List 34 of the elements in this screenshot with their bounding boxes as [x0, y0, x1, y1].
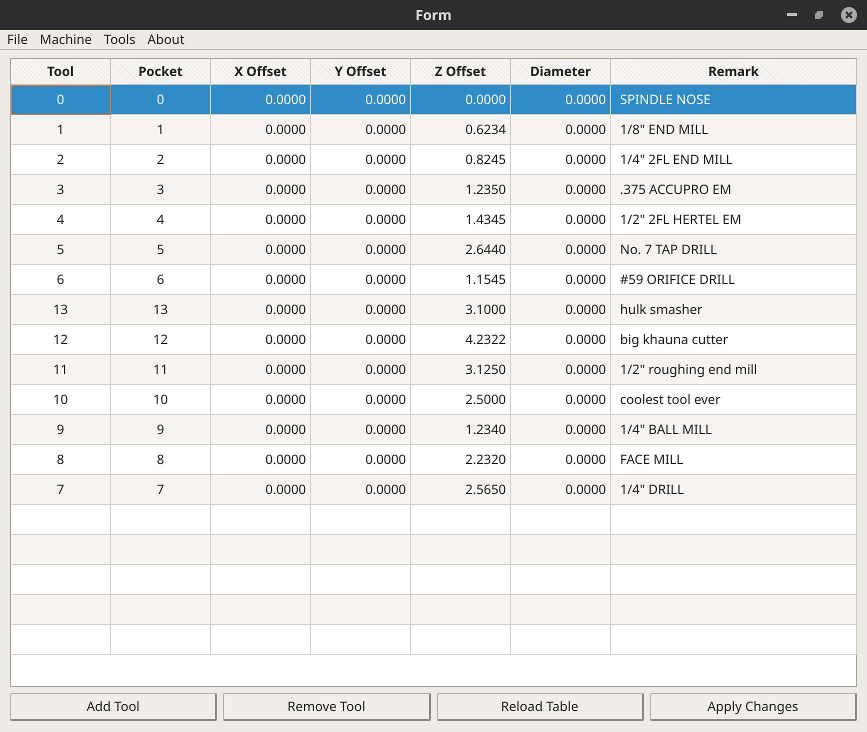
table-row[interactable]: 7 7 0.0000 0.0000 2.5650 0.0000 1/4" DRILL — [11, 475, 856, 505]
window-title: Form — [415, 4, 452, 26]
column-header[interactable]: X Offset — [211, 59, 311, 84]
menu-item[interactable]: Machine — [40, 30, 92, 50]
table-row[interactable]: 1 1 0.0000 0.0000 0.6234 0.0000 1/8" END MILL — [11, 115, 856, 145]
minimize-icon[interactable] — [787, 13, 797, 17]
menu-item[interactable]: Tools — [104, 30, 136, 50]
table-row[interactable]: 9 9 0.0000 0.0000 1.2340 0.0000 1/4" BALL MILL — [11, 415, 856, 445]
action-button[interactable]: Add Tool — [10, 693, 218, 721]
menu-item[interactable]: File — [7, 30, 28, 50]
menu-item[interactable]: About — [148, 30, 184, 50]
action-button[interactable]: Reload Table — [436, 693, 644, 721]
table-row[interactable]: 13 13 0.0000 0.0000 3.1000 0.0000 hulk smasher — [11, 295, 856, 325]
table-row[interactable]: 10 10 0.0000 0.0000 2.5000 0.0000 coolest tool ever — [11, 385, 856, 415]
column-header[interactable]: Z Offset — [411, 59, 511, 84]
table-row[interactable]: 0 0 0.0000 0.0000 0.0000 0.0000 SPINDLE NOSE — [11, 85, 856, 115]
action-button[interactable]: Remove Tool — [223, 693, 430, 721]
table-row[interactable]: 6 6 0.0000 0.0000 1.1545 0.0000 #59 ORIFICE DRILL — [11, 265, 856, 295]
table-row[interactable]: 8 8 0.0000 0.0000 2.2320 0.0000 FACE MILL — [11, 445, 856, 475]
column-header[interactable]: Remark — [611, 59, 857, 84]
column-header[interactable]: Tool — [11, 59, 111, 84]
column-header[interactable]: Pocket — [111, 59, 211, 84]
table-row[interactable]: 2 2 0.0000 0.0000 0.8245 0.0000 1/4" 2FL END MILL — [11, 145, 856, 175]
table-row[interactable]: 4 4 0.0000 0.0000 1.4345 0.0000 1/2" 2FL HERTEL EM — [11, 205, 856, 235]
column-header[interactable]: Diameter — [511, 59, 611, 84]
table-row[interactable]: 3 3 0.0000 0.0000 1.2350 0.0000 .375 ACCUPRO EM — [11, 175, 856, 205]
table-row[interactable]: 11 11 0.0000 0.0000 3.1250 0.0000 1/2" roughing end mill — [11, 355, 856, 385]
column-header[interactable]: Y Offset — [311, 59, 411, 84]
close-icon[interactable] — [841, 7, 857, 23]
restore-icon[interactable] — [815, 11, 823, 19]
table-row[interactable]: 12 12 0.0000 0.0000 4.2322 0.0000 big khauna cutter — [11, 325, 856, 355]
action-button[interactable]: Apply Changes — [650, 693, 857, 721]
table-cell: 0 — [11, 85, 111, 115]
table-row[interactable]: 5 5 0.0000 0.0000 2.6440 0.0000 No. 7 TAP DRILL — [11, 235, 856, 265]
